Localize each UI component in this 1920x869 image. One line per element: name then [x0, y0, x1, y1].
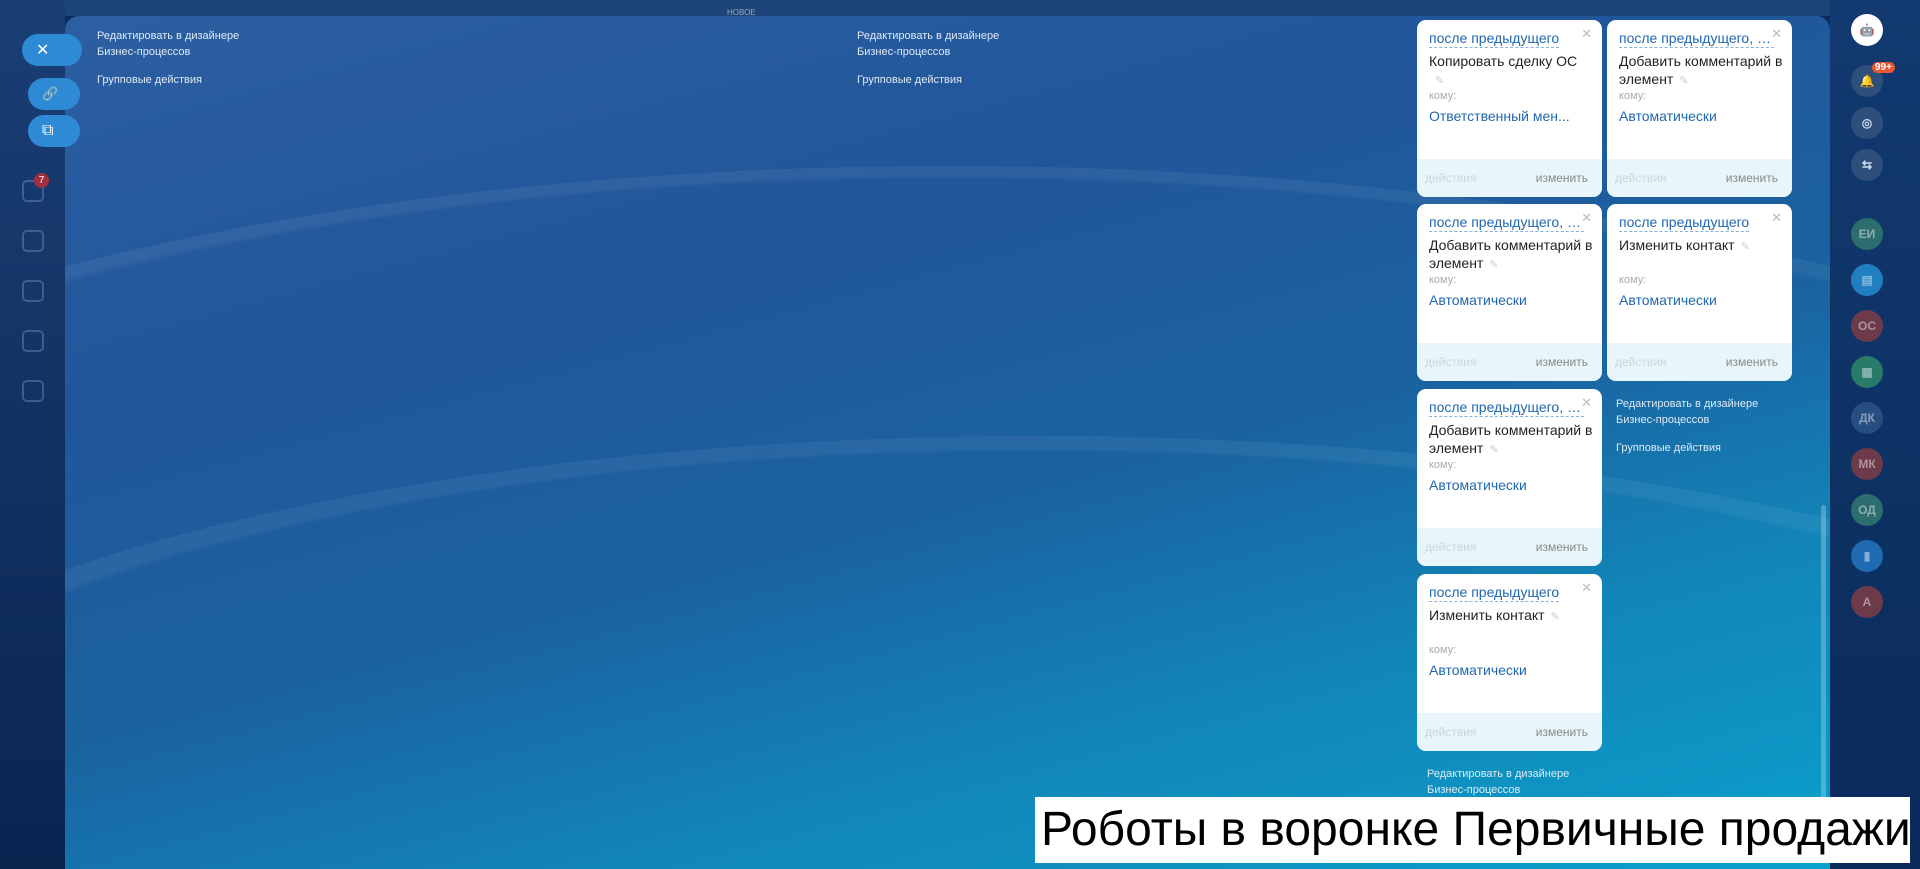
- actions-link[interactable]: действия: [1615, 171, 1666, 185]
- copy-link-button[interactable]: 🔗: [28, 78, 80, 110]
- robot-trigger-link[interactable]: после предыдущего, п...: [1429, 214, 1584, 232]
- top-bar: НОВОЕ: [65, 0, 1830, 17]
- pencil-icon[interactable]: ✎: [1435, 75, 1444, 87]
- avatar[interactable]: ОД: [1851, 494, 1883, 526]
- column-links: Редактировать в дизайнере Бизнес-процессо…: [857, 28, 999, 88]
- responsible-link[interactable]: Автоматически: [1619, 108, 1717, 124]
- group-actions-link[interactable]: Групповые действия: [97, 72, 239, 88]
- avatar[interactable]: ДК: [1851, 402, 1883, 434]
- robot-card-footer: действия изменить: [1417, 159, 1602, 197]
- robot-card[interactable]: после предыдущего, п... ✕ Добавить комме…: [1417, 389, 1602, 566]
- pencil-icon[interactable]: ✎: [1551, 611, 1560, 623]
- delete-robot-icon[interactable]: ✕: [1581, 210, 1592, 226]
- chat-icon[interactable]: ▤: [1851, 264, 1883, 296]
- robot-title: Добавить комментарий в элемент ✎: [1429, 237, 1593, 271]
- responsible-link[interactable]: Автоматически: [1619, 292, 1717, 308]
- robot-card-footer: действия изменить: [1417, 713, 1602, 751]
- menu-icon[interactable]: [22, 380, 44, 402]
- responsible-link[interactable]: Автоматически: [1429, 477, 1527, 493]
- robot-card-footer: действия изменить: [1607, 343, 1792, 381]
- avatar[interactable]: ОС: [1851, 310, 1883, 342]
- robot-card[interactable]: после предыдущего ✕ Изменить контакт ✎ ко…: [1417, 574, 1602, 751]
- avatar[interactable]: МК: [1851, 448, 1883, 480]
- edit-in-designer-link[interactable]: Редактировать в дизайнере Бизнес-процессо…: [97, 30, 239, 58]
- column-links: Редактировать в дизайнере Бизнес-процессо…: [97, 28, 239, 88]
- robot-title: Изменить контакт ✎: [1619, 237, 1750, 253]
- bookmark-icon[interactable]: ▮: [1851, 540, 1883, 572]
- link-icon: 🔗: [42, 86, 59, 101]
- close-icon: ✕: [36, 42, 50, 59]
- pencil-icon[interactable]: ✎: [1679, 75, 1688, 87]
- actions-link[interactable]: действия: [1615, 355, 1666, 369]
- pencil-icon[interactable]: ✎: [1489, 444, 1498, 456]
- robot-card-footer: действия изменить: [1417, 343, 1602, 381]
- tasks-badge: 7: [34, 173, 49, 188]
- to-label: кому:: [1619, 274, 1647, 286]
- actions-link[interactable]: действия: [1425, 171, 1476, 185]
- edit-robot-link[interactable]: изменить: [1726, 355, 1778, 369]
- avatar[interactable]: ЕИ: [1851, 218, 1883, 250]
- edit-robot-link[interactable]: изменить: [1726, 171, 1778, 185]
- open-new-window-button[interactable]: ⧉: [28, 115, 80, 147]
- to-label: кому:: [1619, 90, 1647, 102]
- column-links: Редактировать в дизайнере Бизнес-процессо…: [1616, 396, 1758, 456]
- robot-trigger-link[interactable]: после предыдущего: [1619, 214, 1750, 232]
- scrollbar[interactable]: [1821, 505, 1826, 808]
- to-label: кому:: [1429, 459, 1457, 471]
- robot-trigger-link[interactable]: после предыдущего, п...: [1429, 399, 1584, 417]
- open-window-icon: ⧉: [42, 122, 54, 139]
- pencil-icon[interactable]: ✎: [1741, 241, 1750, 253]
- to-label: кому:: [1429, 644, 1457, 656]
- edit-robot-link[interactable]: изменить: [1536, 540, 1588, 554]
- group-actions-link[interactable]: Групповые действия: [857, 72, 999, 88]
- delete-robot-icon[interactable]: ✕: [1771, 210, 1782, 226]
- chat-swap-icon[interactable]: ⇆: [1851, 149, 1883, 181]
- to-label: кому:: [1429, 274, 1457, 286]
- robot-card[interactable]: после предыдущего ✕ Копировать сделку ОС…: [1417, 20, 1602, 197]
- edit-robot-link[interactable]: изменить: [1536, 725, 1588, 739]
- target-icon[interactable]: ◎: [1851, 107, 1883, 139]
- edit-in-designer-link[interactable]: Редактировать в дизайнере Бизнес-процессо…: [1427, 768, 1569, 796]
- robot-title: Добавить комментарий в элемент ✎: [1619, 53, 1783, 87]
- delete-robot-icon[interactable]: ✕: [1581, 580, 1592, 596]
- edit-robot-link[interactable]: изменить: [1536, 171, 1588, 185]
- robot-card-footer: действия изменить: [1607, 159, 1792, 197]
- actions-link[interactable]: действия: [1425, 725, 1476, 739]
- responsible-link[interactable]: Автоматически: [1429, 662, 1527, 678]
- group-actions-link[interactable]: Групповые действия: [1616, 440, 1758, 456]
- robot-title: Добавить комментарий в элемент ✎: [1429, 422, 1593, 456]
- robot-title: Изменить контакт ✎: [1429, 607, 1560, 623]
- caption: Роботы в воронке Первичные продажи: [1035, 797, 1911, 863]
- robot-trigger-link[interactable]: после предыдущего, п...: [1619, 30, 1774, 48]
- robot-trigger-link[interactable]: после предыдущего: [1429, 30, 1560, 48]
- robot-card[interactable]: после предыдущего, п... ✕ Добавить комме…: [1417, 204, 1602, 381]
- edit-robot-link[interactable]: изменить: [1536, 355, 1588, 369]
- delete-robot-icon[interactable]: ✕: [1771, 26, 1782, 42]
- edit-in-designer-link[interactable]: Редактировать в дизайнере Бизнес-процессо…: [857, 30, 999, 58]
- edit-in-designer-link[interactable]: Редактировать в дизайнере Бизнес-процессо…: [1616, 398, 1758, 426]
- actions-link[interactable]: действия: [1425, 355, 1476, 369]
- actions-link[interactable]: действия: [1425, 540, 1476, 554]
- robot-card[interactable]: после предыдущего, п... ✕ Добавить комме…: [1607, 20, 1792, 197]
- robot-card-footer: действия изменить: [1417, 528, 1602, 566]
- menu-icon[interactable]: [22, 330, 44, 352]
- responsible-link[interactable]: Ответственный мен...: [1429, 108, 1570, 124]
- column-links: Редактировать в дизайнере Бизнес-процессо…: [1427, 766, 1569, 798]
- avatar[interactable]: А: [1851, 586, 1883, 618]
- to-label: кому:: [1429, 90, 1457, 102]
- delete-robot-icon[interactable]: ✕: [1581, 395, 1592, 411]
- pencil-icon[interactable]: ✎: [1489, 259, 1498, 271]
- menu-icon[interactable]: [22, 230, 44, 252]
- robot-avatar[interactable]: 🤖: [1851, 14, 1883, 46]
- right-sidebar: 🤖 🔔 99+ ◎ ⇆ ЕИ ▤ ОС ▦ ДК МК ОД ▮ А: [1830, 0, 1920, 869]
- delete-robot-icon[interactable]: ✕: [1581, 26, 1592, 42]
- responsible-link[interactable]: Автоматически: [1429, 292, 1527, 308]
- close-slider-button[interactable]: ✕: [22, 34, 82, 66]
- menu-icon[interactable]: [22, 280, 44, 302]
- robot-card[interactable]: после предыдущего ✕ Изменить контакт ✎ ко…: [1607, 204, 1792, 381]
- robot-trigger-link[interactable]: после предыдущего: [1429, 584, 1560, 602]
- robot-title: Копировать сделку ОС ✎: [1429, 53, 1578, 87]
- notifications-badge: 99+: [1872, 62, 1895, 73]
- news-icon[interactable]: ▦: [1851, 356, 1883, 388]
